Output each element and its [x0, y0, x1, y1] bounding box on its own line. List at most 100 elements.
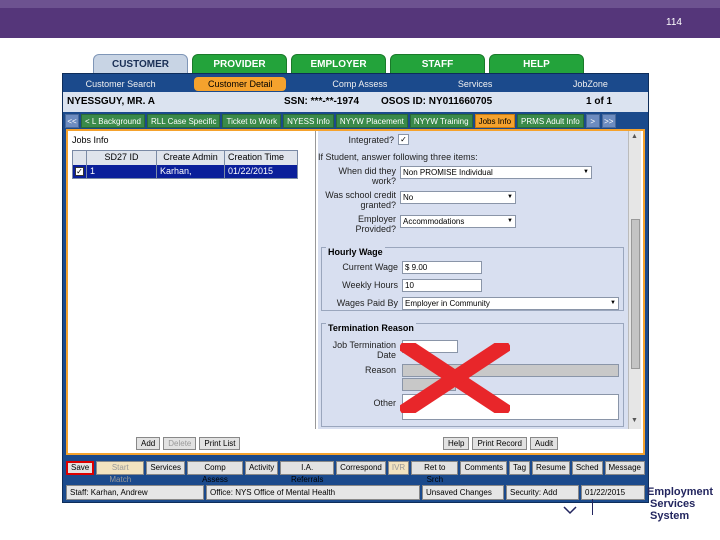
tab-ticket-to-work[interactable]: Ticket to Work — [222, 114, 282, 128]
hourly-wage-section: Hourly Wage Current Wage $ 9.00 Weekly H… — [321, 247, 624, 311]
logo-mark-icon — [563, 506, 577, 515]
start-match-button[interactable]: Start Match — [96, 461, 145, 484]
jobs-info-panel: Jobs Info SD27 ID Create Admin Creation … — [66, 129, 645, 455]
resume-button[interactable]: Resume — [532, 461, 570, 475]
return-to-search-button[interactable]: Ret to Srch — [411, 461, 459, 484]
logo-divider — [592, 499, 593, 515]
grid-header: SD27 ID Create Admin Creation Time — [73, 151, 297, 165]
status-unsaved: Unsaved Changes — [422, 485, 504, 500]
other-label: Other — [373, 398, 396, 408]
tab-rll-case-specific[interactable]: RLL Case Specific — [146, 114, 221, 128]
school-credit-select[interactable]: No — [400, 191, 516, 204]
help-button[interactable]: Help — [443, 437, 470, 450]
termination-reason-legend: Termination Reason — [326, 323, 416, 333]
tab-customer[interactable]: CUSTOMER — [93, 54, 188, 74]
reason-label: Reason — [364, 365, 396, 375]
print-list-button[interactable]: Print List — [199, 437, 241, 450]
grid-header-select — [73, 151, 87, 165]
form-scrollbar[interactable]: ▲ ▼ — [628, 131, 641, 429]
panel-divider — [315, 131, 316, 429]
row-checkbox-cell[interactable]: ✓ — [73, 165, 87, 178]
scroll-thumb[interactable] — [631, 219, 640, 369]
row-time: 01/22/2015 — [228, 166, 274, 176]
integrated-checkbox[interactable]: ✓ — [398, 134, 409, 145]
subnav-jobzone[interactable]: JobZone — [533, 77, 648, 91]
subnav-customer-detail[interactable]: Customer Detail — [194, 77, 287, 91]
when-work-select[interactable]: Non PROMISE Individual — [400, 166, 592, 179]
wages-paid-label: Wages Paid By — [336, 298, 398, 308]
scroll-down-icon[interactable]: ▼ — [631, 417, 638, 424]
status-staff: Staff: Karhan, Andrew — [66, 485, 204, 500]
print-record-button[interactable]: Print Record — [472, 437, 527, 450]
schedule-button[interactable]: Sched — [571, 461, 603, 475]
integrated-label: Integrated? — [348, 135, 394, 145]
subnav-comp-assess[interactable]: Comp Assess — [302, 77, 417, 91]
tab-nyyw-training[interactable]: NYYW Training — [409, 114, 473, 128]
customer-ssn: SSN: ***-**-1974 — [284, 96, 360, 107]
content-tabs: << < L Background RLL Case Specific Tick… — [63, 114, 648, 130]
ia-referrals-button[interactable]: I.A. Referrals — [280, 461, 335, 484]
tab-help[interactable]: HELP — [489, 54, 584, 74]
subnav-services[interactable]: Services — [418, 77, 533, 91]
row-id: 1 — [87, 165, 157, 178]
delete-button[interactable]: Delete — [163, 437, 197, 450]
logo-line-2: Services System — [650, 498, 696, 522]
grid-header-sd27-id[interactable]: SD27 ID — [87, 151, 157, 165]
row-admin: Karhan, Andrew — [157, 165, 225, 188]
scroll-up-icon[interactable]: ▲ — [631, 133, 638, 140]
audit-button[interactable]: Audit — [529, 437, 559, 450]
subnav-customer-search[interactable]: Customer Search — [63, 77, 178, 91]
school-credit-label: Was school credit granted? — [325, 190, 396, 210]
message-button[interactable]: Message — [604, 461, 645, 475]
tab-employer[interactable]: EMPLOYER — [291, 54, 386, 74]
save-button[interactable]: Save — [66, 461, 95, 475]
table-row[interactable]: ✓ 1 Karhan, Andrew 01/22/2015 — [73, 165, 297, 188]
tab-next-arrow[interactable]: > — [585, 114, 600, 128]
add-button[interactable]: Add — [136, 437, 161, 450]
tab-prms-adult-info[interactable]: PRMS Adult Info — [517, 114, 584, 128]
activity-button[interactable]: Activity — [244, 461, 279, 475]
nyess-logo: Employment Services System — [560, 485, 714, 522]
grid-header-create-admin[interactable]: Create Admin — [157, 151, 225, 165]
weekly-hours-label: Weekly Hours — [342, 280, 398, 290]
slide-top-bar: 114 — [0, 0, 720, 38]
tag-button[interactable]: Tag — [509, 461, 531, 475]
grid-header-creation-time[interactable]: Creation Time — [225, 151, 297, 165]
customer-osos-id: OSOS ID: NY011660705 — [381, 96, 493, 107]
application-window: Customer Search Customer Detail Comp Ass… — [62, 73, 649, 503]
sub-navigation: Customer Search Customer Detail Comp Ass… — [63, 77, 648, 91]
ivr-button[interactable]: IVR — [387, 461, 410, 475]
logo-line-1: Employment — [647, 486, 714, 498]
comments-button[interactable]: Comments — [460, 461, 508, 475]
jobs-grid: SD27 ID Create Admin Creation Time ✓ 1 K… — [72, 150, 298, 188]
list-button-row: Add Delete Print List — [136, 437, 241, 450]
wages-paid-select[interactable]: Employer in Community — [402, 297, 619, 310]
current-wage-input[interactable]: $ 9.00 — [402, 261, 482, 274]
tab-l-background[interactable]: < L Background — [81, 114, 145, 128]
tab-last-arrow[interactable]: >> — [601, 114, 616, 128]
jobs-info-title: Jobs Info — [72, 135, 109, 145]
correspond-button[interactable]: Correspond — [336, 461, 386, 475]
row-checkbox[interactable]: ✓ — [75, 167, 84, 176]
tab-nyess-info[interactable]: NYESS Info — [283, 114, 334, 128]
bottom-toolbar: Save Start Match Services Comp Assess Ac… — [66, 458, 645, 484]
tab-nyyw-placement[interactable]: NYYW Placement — [335, 114, 408, 128]
customer-header: NYESSGUY, MR. A SSN: ***-**-1974 OSOS ID… — [63, 92, 648, 112]
student-note: If Student, answer following three items… — [318, 152, 478, 162]
when-work-label: When did they work? — [338, 166, 396, 186]
tab-first-arrow[interactable]: << — [65, 114, 79, 128]
tab-staff[interactable]: STAFF — [390, 54, 485, 74]
employer-provided-select[interactable]: Accommodations — [400, 215, 516, 228]
slide-number: 114 — [666, 17, 682, 28]
comp-assess-button[interactable]: Comp Assess — [187, 461, 243, 484]
hourly-wage-legend: Hourly Wage — [326, 247, 385, 257]
termination-date-label: Job Termination Date — [332, 340, 396, 360]
current-wage-label: Current Wage — [342, 262, 398, 272]
customer-name: NYESSGUY, MR. A — [67, 96, 155, 107]
status-office: Office: NYS Office of Mental Health — [206, 485, 420, 500]
tab-jobs-info[interactable]: Jobs Info — [474, 114, 516, 128]
services-button[interactable]: Services — [146, 461, 186, 475]
weekly-hours-input[interactable]: 10 — [402, 279, 482, 292]
employer-provided-label: Employer Provided? — [355, 214, 396, 234]
tab-provider[interactable]: PROVIDER — [192, 54, 287, 74]
